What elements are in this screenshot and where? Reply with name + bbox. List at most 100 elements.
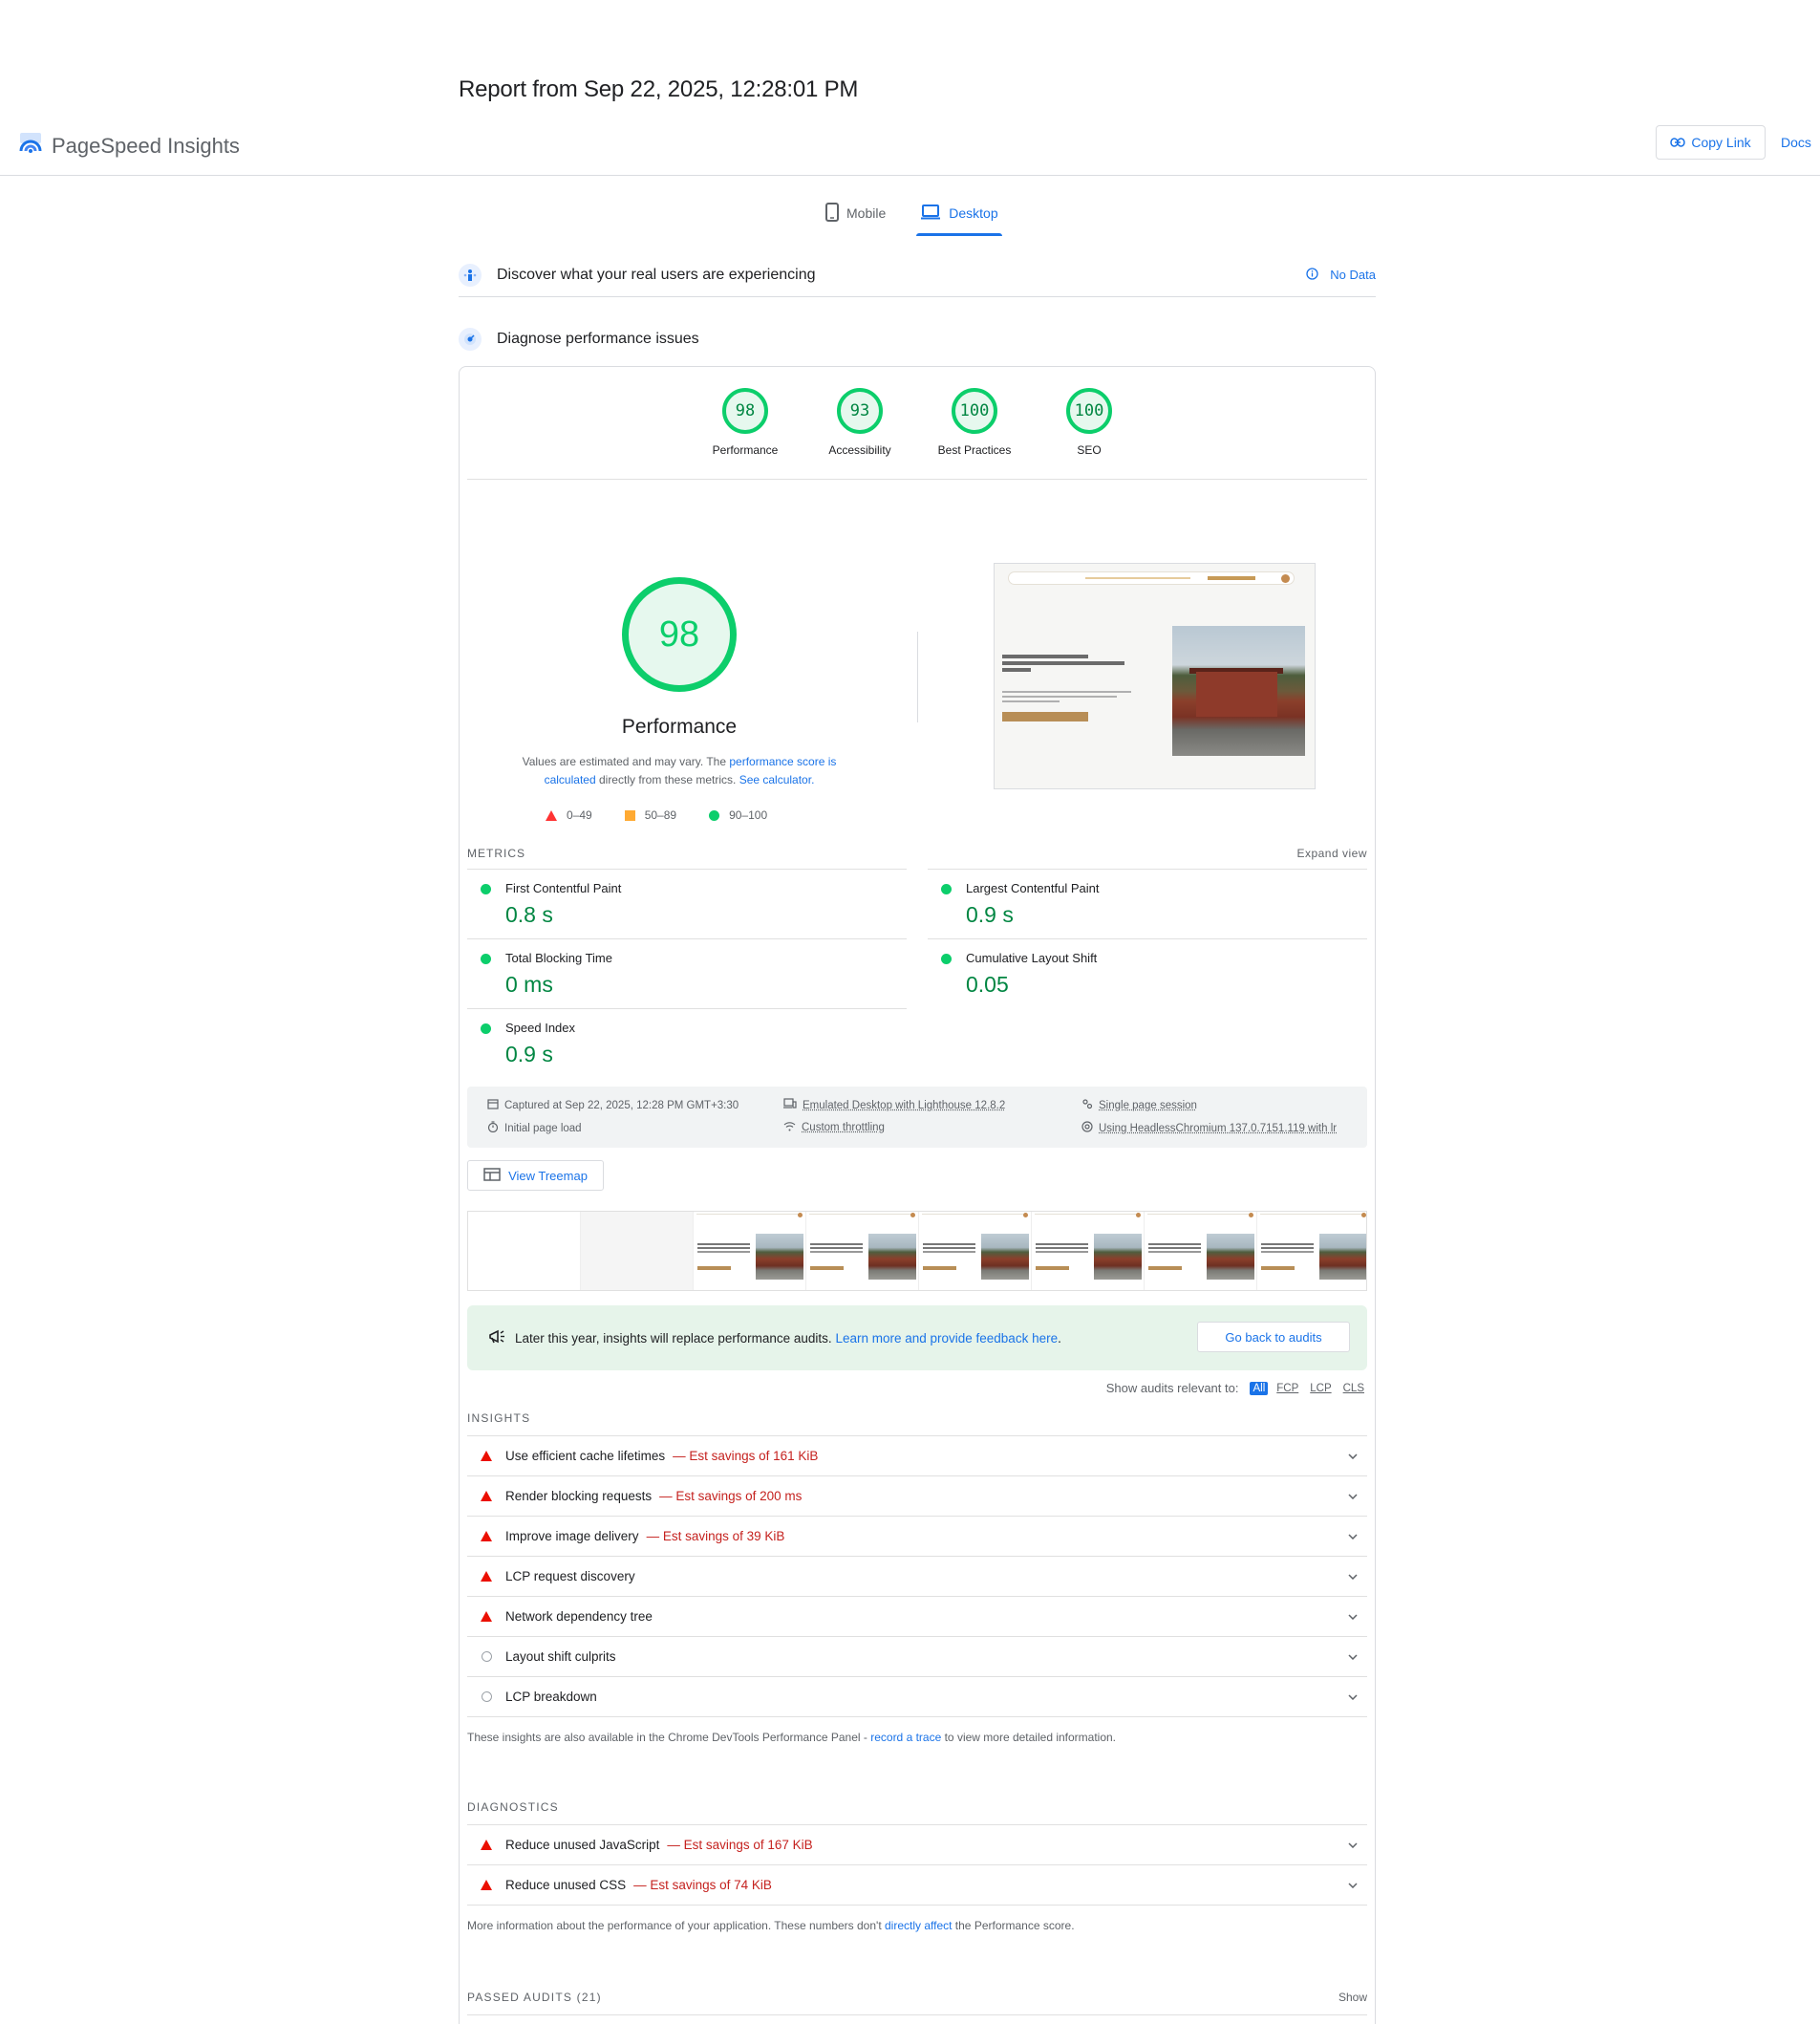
copy-link-button[interactable]: Copy Link (1656, 125, 1766, 160)
fail-icon (481, 1840, 492, 1850)
audit-cache-lifetimes[interactable]: Use efficient cache lifetimes — Est savi… (467, 1435, 1367, 1475)
passed-audits-header[interactable]: PASSED AUDITS (21) Show (467, 1991, 1367, 2004)
record-trace-link[interactable]: record a trace (870, 1731, 941, 1744)
filter-label: Show audits relevant to: (1106, 1381, 1239, 1395)
filter-cls[interactable]: CLS (1340, 1382, 1367, 1395)
audit-saving: — Est savings of 39 KiB (647, 1529, 785, 1543)
docs-link[interactable]: Docs (1781, 135, 1811, 150)
filter-lcp[interactable]: LCP (1307, 1382, 1334, 1395)
legend-pass: 90–100 (709, 808, 767, 822)
metric-lcp: Largest Contentful Paint 0.9 s (928, 869, 1367, 938)
audit-network-tree[interactable]: Network dependency tree (467, 1596, 1367, 1636)
tab-desktop[interactable]: Desktop (916, 196, 1001, 230)
brand[interactable]: PageSpeed Insights (17, 130, 240, 161)
no-data-label: No Data (1330, 268, 1376, 282)
emulated-device[interactable]: Emulated Desktop with Lighthouse 12.8.2 (783, 1098, 1005, 1112)
audit-unused-js[interactable]: Reduce unused JavaScript — Est savings o… (467, 1824, 1367, 1864)
chevron-down-icon (1348, 1838, 1358, 1851)
metric-cls: Cumulative Layout Shift 0.05 (928, 938, 1367, 1008)
chevron-down-icon (1348, 1690, 1358, 1703)
view-treemap-label: View Treemap (508, 1169, 588, 1183)
view-treemap-button[interactable]: View Treemap (467, 1160, 604, 1191)
chevron-down-icon (1348, 1878, 1358, 1891)
screenshot-photo (1172, 626, 1305, 756)
gauge-performance[interactable]: 98 Performance (701, 388, 789, 457)
fail-icon (481, 1880, 492, 1890)
chevron-down-icon (1348, 1449, 1358, 1462)
performance-score-gauge: 98 (622, 577, 737, 692)
divider (467, 1716, 1367, 1717)
captured-text: Captured at Sep 22, 2025, 12:28 PM GMT+3… (504, 1100, 739, 1111)
fail-icon (481, 1491, 492, 1501)
audit-title: Layout shift culprits (505, 1649, 616, 1664)
score-gauges: 98 Performance 93 Accessibility 100 Best… (460, 388, 1375, 457)
tab-mobile[interactable]: Mobile (822, 196, 889, 230)
session[interactable]: Single page session (1081, 1098, 1197, 1112)
gauge-accessibility[interactable]: 93 Accessibility (816, 388, 904, 457)
gauge-label: SEO (1077, 443, 1101, 457)
filmstrip-frame (468, 1212, 581, 1290)
passed-count: (21) (577, 1991, 602, 2004)
chevron-down-icon (1348, 1489, 1358, 1502)
passed-title-text: PASSED AUDITS (467, 1991, 572, 2004)
megaphone-icon (488, 1329, 507, 1347)
link-icon (1670, 135, 1685, 150)
audit-filter: Show audits relevant to: All FCP LCP CLS (1106, 1381, 1367, 1395)
filmstrip-frame (1145, 1212, 1257, 1290)
metric-name: Cumulative Layout Shift (966, 951, 1097, 965)
metric-name: Speed Index (505, 1021, 575, 1035)
audit-render-blocking[interactable]: Render blocking requests — Est savings o… (467, 1475, 1367, 1516)
screenshot-cta (1002, 712, 1088, 721)
filmstrip-frame (919, 1212, 1032, 1290)
pass-icon (481, 954, 491, 964)
tab-mobile-label: Mobile (846, 205, 886, 221)
audit-image-delivery[interactable]: Improve image delivery — Est savings of … (467, 1516, 1367, 1556)
gauge-best-practices[interactable]: 100 Best Practices (931, 388, 1018, 457)
expand-view-toggle[interactable]: Expand view (1296, 847, 1367, 860)
score-legend: 0–49 50–89 90–100 (546, 808, 767, 822)
audit-title: Use efficient cache lifetimes (505, 1449, 665, 1463)
filter-fcp[interactable]: FCP (1274, 1382, 1301, 1395)
learn-more-link[interactable]: Learn more and provide feedback here (835, 1331, 1058, 1346)
divider (467, 479, 1367, 480)
throttling[interactable]: Custom throttling (783, 1121, 885, 1134)
divider (467, 2014, 1367, 2015)
performance-title: Performance (460, 716, 899, 739)
audit-layout-shift[interactable]: Layout shift culprits (467, 1636, 1367, 1676)
no-data-indicator[interactable]: No Data (1306, 268, 1376, 283)
audit-title: LCP request discovery (505, 1569, 635, 1583)
pass-icon (481, 1023, 491, 1034)
chevron-down-icon (1348, 1529, 1358, 1542)
calendar-icon (487, 1098, 499, 1112)
gauge-seo[interactable]: 100 SEO (1045, 388, 1133, 457)
metric-value: 0.9 s (505, 1042, 553, 1067)
audit-lcp-discovery[interactable]: LCP request discovery (467, 1556, 1367, 1596)
go-back-to-audits-button[interactable]: Go back to audits (1197, 1322, 1350, 1352)
phone-icon (825, 203, 839, 225)
device-text: Emulated Desktop with Lighthouse 12.8.2 (803, 1100, 1005, 1111)
lab-data-section: Diagnose performance issues (459, 325, 1376, 354)
fail-icon (481, 1611, 492, 1622)
timer-icon (487, 1121, 499, 1135)
see-calculator-link[interactable]: See calculator. (739, 773, 815, 786)
audit-lcp-breakdown[interactable]: LCP breakdown (467, 1676, 1367, 1716)
audit-unused-css[interactable]: Reduce unused CSS — Est savings of 74 Ki… (467, 1864, 1367, 1905)
tab-desktop-label: Desktop (949, 205, 997, 221)
browser-version[interactable]: Using HeadlessChromium 137.0.7151.119 wi… (1081, 1121, 1337, 1135)
metric-value: 0 ms (505, 972, 553, 998)
filmstrip (467, 1211, 1367, 1291)
filmstrip-frame (581, 1212, 694, 1290)
pass-icon (481, 884, 491, 894)
filter-all[interactable]: All (1250, 1382, 1268, 1395)
filmstrip-frame (1257, 1212, 1367, 1290)
screenshot-heading (1002, 655, 1126, 678)
show-passed-toggle[interactable]: Show (1338, 1991, 1367, 2004)
directly-affect-link[interactable]: directly affect (885, 1919, 952, 1932)
audit-saving: — Est savings of 161 KiB (673, 1449, 818, 1463)
wifi-icon (783, 1121, 796, 1134)
triangle-icon (546, 810, 557, 821)
initial-load-text: Initial page load (504, 1123, 582, 1134)
treemap-icon (483, 1168, 501, 1184)
note-text: directly from these metrics. (596, 773, 739, 786)
divider (467, 1905, 1367, 1906)
